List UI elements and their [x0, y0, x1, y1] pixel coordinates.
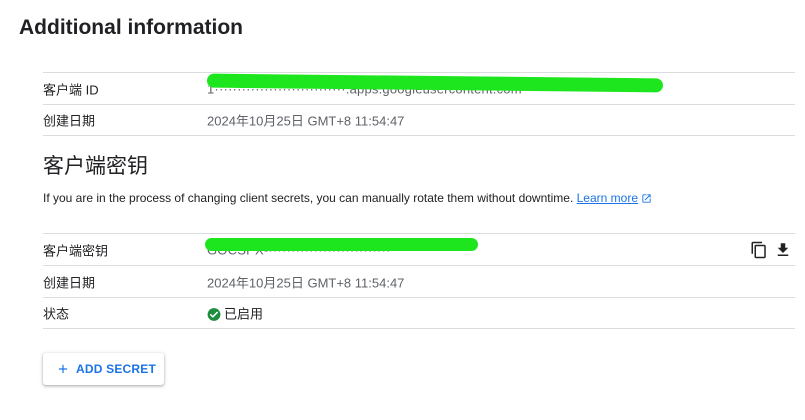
learn-more-link[interactable]: Learn more: [577, 191, 652, 205]
secret-status-value: 已启用: [207, 304, 263, 323]
check-circle-icon: [207, 308, 221, 321]
client-secret-row: 客户端密钥 GOCSPX-···························: [43, 233, 795, 265]
client-created-row: 创建日期 2024年10月25日 GMT+8 11:54:47: [43, 104, 795, 136]
description-text: If you are in the process of changing cl…: [43, 191, 574, 205]
redaction-mark: [205, 238, 478, 251]
client-secrets-title: 客户端密钥: [43, 155, 148, 178]
page-title: Additional information: [19, 16, 243, 39]
client-id-row: 客户端 ID 1·····························.ap…: [43, 72, 795, 104]
secret-created-label: 创建日期: [43, 275, 96, 290]
client-id-label: 客户端 ID: [43, 82, 99, 97]
add-secret-button[interactable]: ADD SECRET: [43, 353, 164, 385]
client-secrets-table: 客户端密钥 GOCSPX-···························…: [43, 233, 795, 329]
secret-status-row: 状态 已启用: [43, 297, 795, 329]
client-secret-label: 客户端密钥: [43, 243, 109, 258]
client-created-value: 2024年10月25日 GMT+8 11:54:47: [207, 113, 405, 129]
add-secret-label: ADD SECRET: [76, 362, 157, 376]
secret-created-row: 创建日期 2024年10月25日 GMT+8 11:54:47: [43, 265, 795, 297]
plus-icon: [58, 364, 68, 374]
client-secrets-description: If you are in the process of changing cl…: [43, 189, 652, 207]
secret-created-value: 2024年10月25日 GMT+8 11:54:47: [207, 275, 405, 290]
secret-status-label: 状态: [43, 306, 70, 322]
copy-icon[interactable]: [750, 241, 768, 259]
client-created-label: 创建日期: [43, 113, 96, 129]
status-text: 已启用: [224, 306, 264, 322]
learn-more-label: Learn more: [576, 191, 638, 205]
open-in-new-icon: [642, 194, 651, 203]
client-info-table: 客户端 ID 1·····························.ap…: [43, 72, 795, 136]
download-icon[interactable]: [774, 241, 792, 259]
